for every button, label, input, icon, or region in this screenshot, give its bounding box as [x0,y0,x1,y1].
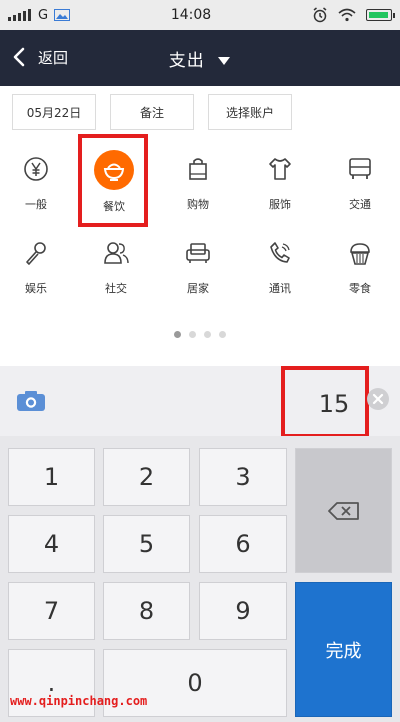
shopping-bag-icon [181,152,215,186]
backspace-button[interactable] [295,448,392,573]
category-label: 一般 [25,198,47,211]
clothing-icon [263,152,297,186]
category-label: 居家 [187,282,209,295]
category-communication[interactable]: 通讯 [250,230,310,300]
phone-icon [263,236,297,270]
category-clothing[interactable]: 服饰 [250,146,310,216]
food-bowl-icon [94,150,134,190]
key-4[interactable]: 4 [8,515,95,573]
clock: 14:08 [170,7,212,23]
key-2[interactable]: 2 [103,448,190,506]
key-8[interactable]: 8 [103,582,190,640]
microphone-icon [19,236,53,270]
carrier-label: G [38,7,49,23]
wifi-icon [338,8,356,22]
page-dot[interactable] [189,331,196,338]
category-shopping[interactable]: 购物 [168,146,228,216]
amount-bar: 15 [0,366,400,438]
signal-icon [8,9,31,21]
category-label: 交通 [349,198,371,211]
numeric-keypad: 1 2 3 4 5 6 7 8 9 . 0 完成 [0,436,400,722]
key-5[interactable]: 5 [103,515,190,573]
key-7[interactable]: 7 [8,582,95,640]
category-label: 餐饮 [103,200,125,213]
category-home[interactable]: 居家 [168,230,228,300]
key-6[interactable]: 6 [199,515,287,573]
category-label: 通讯 [269,282,291,295]
key-1[interactable]: 1 [8,448,95,506]
yen-icon [19,152,53,186]
category-label: 零食 [349,282,371,295]
backspace-icon [327,501,359,520]
category-dining[interactable]: 餐饮 [84,146,144,216]
key-9[interactable]: 9 [199,582,287,640]
watermark: www.qinpinchang.com [10,694,148,708]
alarm-icon [313,7,327,23]
amount-display[interactable]: 15 [319,390,350,418]
type-selector[interactable]: 支出 [0,46,400,71]
camera-icon[interactable] [16,390,46,412]
caret-down-icon [218,57,231,65]
page-dot[interactable] [174,331,181,338]
account-button[interactable]: 选择账户 [208,94,292,130]
people-icon [99,236,133,270]
amount-highlight: 15 [281,366,369,438]
cupcake-icon [343,236,377,270]
category-snacks[interactable]: 零食 [330,230,390,300]
status-bar: G 14:08 [0,0,400,30]
filter-row: 05月22日 备注 选择账户 [12,94,292,130]
bus-icon [343,152,377,186]
sofa-icon [181,236,215,270]
category-label: 娱乐 [25,282,47,295]
clear-button[interactable] [367,388,389,410]
category-social[interactable]: 社交 [86,230,146,300]
key-3[interactable]: 3 [199,448,287,506]
done-button[interactable]: 完成 [295,582,392,717]
header-bar: 返回 支出 [0,30,400,86]
category-label: 服饰 [269,198,291,211]
category-entertainment[interactable]: 娱乐 [6,230,66,300]
image-notification-icon [54,9,71,21]
category-label: 社交 [105,282,127,295]
close-icon [372,393,384,405]
page-indicator [0,331,400,338]
note-button[interactable]: 备注 [110,94,194,130]
page-title: 支出 [168,51,205,71]
page-dot[interactable] [219,331,226,338]
category-general[interactable]: 一般 [6,146,66,216]
category-transport[interactable]: 交通 [330,146,390,216]
date-button[interactable]: 05月22日 [12,94,96,130]
battery-icon [366,9,395,21]
category-label: 购物 [187,198,209,211]
category-grid: 一般 餐饮 购物 服饰 交通 娱乐 社交 居家 通讯 零食 [0,146,400,316]
page-dot[interactable] [204,331,211,338]
